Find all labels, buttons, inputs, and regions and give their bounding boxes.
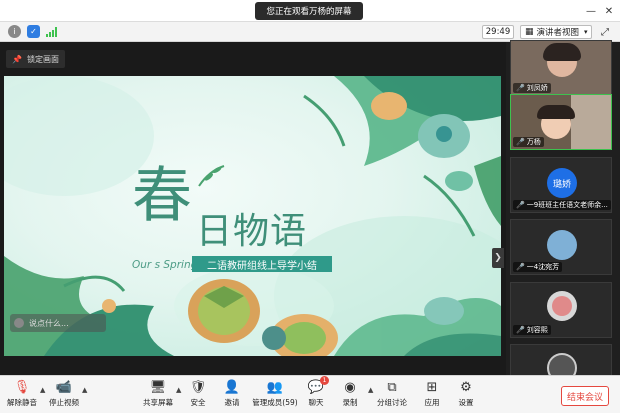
stop-video-label: 停止视频 xyxy=(49,398,79,407)
microphone-icon: 🎤 xyxy=(516,138,525,146)
invite-label: 邀请 xyxy=(224,398,240,407)
share-screen-label: 共享屏幕 xyxy=(143,398,173,407)
shield-icon[interactable]: ✓ xyxy=(27,25,40,38)
lock-screen-button[interactable]: 📌 锁定画面 xyxy=(6,50,65,68)
participant-name-tag: 🎤 万杨 xyxy=(513,137,544,147)
manage-members-button[interactable]: 👥 管理成员(59) xyxy=(252,379,298,411)
camera-icon: 📹 xyxy=(55,380,73,395)
microphone-icon: 🎤 xyxy=(516,84,525,92)
slide-subtitle-banner: 二语教研组线上导学小结 xyxy=(192,256,332,272)
grid-icon: ▦ xyxy=(525,27,534,37)
avatar-flower xyxy=(552,296,572,316)
members-icon: 👥 xyxy=(266,380,284,395)
settings-button[interactable]: ⚙ 设置 xyxy=(446,379,486,411)
avatar xyxy=(547,230,577,260)
chat-icon: 💬 1 xyxy=(308,376,330,396)
participant-tile[interactable]: 🎤 刘容熙 xyxy=(510,282,612,338)
breakout-label: 分组讨论 xyxy=(377,398,407,407)
microphone-muted-icon: 🎤 xyxy=(516,201,525,209)
screen-share-area: 📌 锁定画面 春 日物语 Our s Spring 二语教研组线上导学小结 ❯ … xyxy=(0,42,506,375)
chevron-up-icon[interactable]: ▲ xyxy=(82,386,87,394)
participant-name: 一9班班主任语文老师余... xyxy=(526,201,608,209)
info-icon[interactable]: i xyxy=(8,25,21,38)
participant-name-tag: 🎤 一4沈宛芳 xyxy=(513,262,563,272)
stop-video-button[interactable]: 📹 停止视频 xyxy=(44,379,84,411)
viewing-screen-label: 您正在观看万杨的屏幕 xyxy=(255,2,363,20)
background-wall xyxy=(571,95,611,149)
chat-badge: 1 xyxy=(320,376,330,385)
avatar-hair xyxy=(543,43,581,61)
end-meeting-button[interactable]: 结束会议 xyxy=(561,386,609,406)
participant-tile[interactable]: 🎤 万杨 xyxy=(510,94,612,150)
unmute-label: 解除静音 xyxy=(7,398,37,407)
security-label: 安全 xyxy=(190,398,206,407)
chat-input[interactable]: 说点什么... xyxy=(10,314,106,332)
participant-name: 一4沈宛芳 xyxy=(526,263,560,271)
record-button[interactable]: ◉ 录制 xyxy=(330,379,370,411)
meeting-timer: 29:49 xyxy=(482,25,514,39)
add-user-icon: 👤 xyxy=(223,380,241,395)
meeting-info-bar: i ✓ 29:49 ▦ 演讲者视图 ▾ ⤢ xyxy=(0,22,620,42)
participant-name-tag: 🎤 一9班班主任语文老师余... xyxy=(513,200,611,210)
breakout-button[interactable]: ⧉ 分组讨论 xyxy=(372,379,412,411)
fullscreen-icon[interactable]: ⤢ xyxy=(598,25,612,39)
view-mode-label: 演讲者视图 xyxy=(536,28,580,38)
apps-label: 应用 xyxy=(424,398,440,407)
record-icon: ◉ xyxy=(344,380,356,395)
signal-icon[interactable] xyxy=(45,25,58,38)
participant-name: 万杨 xyxy=(526,138,541,146)
record-label: 录制 xyxy=(342,398,358,407)
breakout-icon: ⧉ xyxy=(387,380,397,395)
gear-icon: ⚙ xyxy=(460,380,472,395)
participant-name: 刘凤娇 xyxy=(526,84,548,92)
slide-english-text: Our s Spring xyxy=(132,259,198,271)
settings-label: 设置 xyxy=(458,398,474,407)
emoji-icon[interactable] xyxy=(14,318,24,328)
view-mode-dropdown[interactable]: ▦ 演讲者视图 ▾ xyxy=(520,25,592,39)
lock-screen-label: 锁定画面 xyxy=(26,54,59,64)
participant-name-tag: 🎤 刘容熙 xyxy=(513,325,551,335)
participant-name-tag: 🎤 刘凤娇 xyxy=(513,83,551,93)
participant-list: 🎤 刘凤娇 🎤 万杨 璐娇 🎤 一9班班主任语文老师余... 🎤 一4沈宛芳 🎤 xyxy=(506,40,620,384)
apps-icon: ⊞ xyxy=(426,380,438,395)
meeting-controls: 🎙 解除静音 ▲ 📹 停止视频 ▲ 🖥 共享屏幕 ▲ 🛡 安全 👤 邀请 👥 管… xyxy=(0,375,620,413)
microphone-muted-icon: 🎤 xyxy=(516,326,525,334)
chat-input-placeholder: 说点什么... xyxy=(29,318,69,328)
slide-title-chun: 春 xyxy=(132,161,192,231)
participant-tile[interactable]: 🎤 一4沈宛芳 xyxy=(510,219,612,275)
microphone-muted-icon: 🎤 xyxy=(516,263,525,271)
share-screen-icon: 🖥 xyxy=(149,380,167,395)
close-icon[interactable]: ✕ xyxy=(602,4,616,18)
avatar: 璐娇 xyxy=(547,168,577,198)
participant-name: 刘容熙 xyxy=(526,326,548,334)
minimize-icon[interactable]: — xyxy=(584,4,598,18)
chevron-down-icon: ▾ xyxy=(584,28,588,36)
signal-bars xyxy=(45,26,57,37)
avatar-hair xyxy=(537,105,575,119)
unmute-button[interactable]: 🎙 解除静音 xyxy=(2,379,42,411)
slide-title-rest: 日物语 xyxy=(196,211,308,252)
chat-label: 聊天 xyxy=(308,398,324,407)
invite-button[interactable]: 👤 邀请 xyxy=(212,379,252,411)
pin-icon: 📌 xyxy=(12,54,22,64)
shield-icon: 🛡 xyxy=(189,380,207,395)
chevron-right-icon[interactable]: ❯ xyxy=(492,248,504,268)
manage-members-label: 管理成员(59) xyxy=(252,398,298,407)
window-title-bar: 您正在观看万杨的屏幕 — ✕ xyxy=(0,0,620,22)
microphone-muted-icon: 🎙 xyxy=(13,380,31,395)
participant-tile[interactable]: 🎤 刘凤娇 xyxy=(510,40,612,96)
participant-tile[interactable]: 璐娇 🎤 一9班班主任语文老师余... xyxy=(510,157,612,213)
share-screen-button[interactable]: 🖥 共享屏幕 xyxy=(138,379,178,411)
